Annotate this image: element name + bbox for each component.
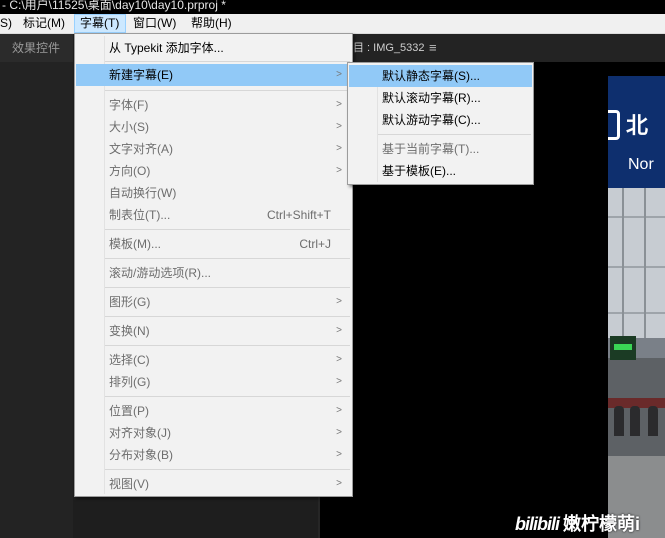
menu-item-text-align[interactable]: 文字对齐(A) >: [76, 138, 351, 160]
new-title-submenu: 默认静态字幕(S)... 默认滚动字幕(R)... 默认游动字幕(C)... 基…: [347, 62, 534, 185]
submenu-arrow-icon: >: [336, 296, 342, 307]
menu-item-transform[interactable]: 变换(N) >: [76, 320, 351, 342]
menu-item-distribute-objects[interactable]: 分布对象(B) >: [76, 444, 351, 466]
person: [614, 406, 624, 436]
station-sign: 北 Nor: [608, 76, 665, 188]
submenu-arrow-icon: >: [336, 99, 342, 110]
glass-facade: [608, 188, 665, 338]
menubar-item-sequence[interactable]: S): [0, 14, 16, 33]
menu-item-graphic[interactable]: 图形(G) >: [76, 291, 351, 313]
menu-item-roll-crawl-options[interactable]: 滚动/游动选项(R)...: [76, 262, 351, 284]
facade-beam: [608, 312, 665, 314]
submenu-arrow-icon: >: [336, 405, 342, 416]
facade-beam: [608, 216, 665, 218]
facade-column: [644, 188, 646, 338]
menu-item-align-objects[interactable]: 对齐对象(J) >: [76, 422, 351, 444]
menu-item-new-title[interactable]: 新建字幕(E) >: [76, 64, 351, 86]
menu-item-arrange[interactable]: 排列(G) >: [76, 371, 351, 393]
submenu-arrow-icon: >: [336, 165, 342, 176]
menu-item-default-crawl[interactable]: 默认游动字幕(C)...: [349, 109, 532, 131]
video-frame: 北 Nor: [608, 76, 665, 538]
menu-item-position[interactable]: 位置(P) >: [76, 400, 351, 422]
window-title: - C:\用户\11525\桌面\day10\day10.prproj *: [2, 0, 226, 12]
menu-bar: S) 标记(M) 字幕(T) 窗口(W) 帮助(H): [0, 14, 665, 34]
facade-column: [622, 188, 624, 338]
person: [630, 406, 640, 436]
submenu-arrow-icon: >: [336, 449, 342, 460]
submenu-arrow-icon: >: [336, 354, 342, 365]
menubar-item-title[interactable]: 字幕(T): [74, 14, 126, 33]
submenu-arrow-icon: >: [336, 69, 342, 80]
menu-item-tab-stops[interactable]: 制表位(T)... Ctrl+Shift+T: [76, 204, 351, 226]
menu-item-select[interactable]: 选择(C) >: [76, 349, 351, 371]
station-logo: [608, 110, 620, 140]
submenu-arrow-icon: >: [336, 325, 342, 336]
submenu-arrow-icon: >: [336, 478, 342, 489]
menu-item-default-still[interactable]: 默认静态字幕(S)...: [349, 65, 532, 87]
watermark: bilibili 嫩柠檬萌i: [515, 510, 640, 536]
submenu-arrow-icon: >: [336, 376, 342, 387]
window-title-bar: - C:\用户\11525\桌面\day10\day10.prproj *: [0, 0, 665, 14]
submenu-arrow-icon: >: [336, 121, 342, 132]
menu-item-add-typekit-fonts[interactable]: 从 Typekit 添加字体...: [76, 37, 351, 59]
menu-item-based-on-current[interactable]: 基于当前字幕(T)...: [349, 138, 532, 160]
panel-menu-icon[interactable]: ≡: [429, 34, 437, 62]
facade-beam: [608, 266, 665, 268]
menu-item-default-roll[interactable]: 默认滚动字幕(R)...: [349, 87, 532, 109]
menubar-item-help[interactable]: 帮助(H): [188, 14, 240, 33]
menu-item-size[interactable]: 大小(S) >: [76, 116, 351, 138]
sign-text-chinese: 北: [626, 113, 649, 138]
menu-item-based-on-template[interactable]: 基于模板(E)...: [349, 160, 532, 182]
menu-item-font[interactable]: 字体(F) >: [76, 94, 351, 116]
led-display: [610, 336, 636, 360]
title-menu: 从 Typekit 添加字体... 新建字幕(E) > 字体(F) > 大小(S) >…: [74, 33, 353, 497]
menubar-item-marker[interactable]: 标记(M): [20, 14, 70, 33]
menu-item-templates[interactable]: 模板(M)... Ctrl+J: [76, 233, 351, 255]
person: [648, 406, 658, 436]
sign-text-english: Nor: [628, 156, 654, 173]
submenu-arrow-icon: >: [336, 143, 342, 154]
submenu-arrow-icon: >: [336, 427, 342, 438]
menu-item-orientation[interactable]: 方向(O) >: [76, 160, 351, 182]
bilibili-logo: bilibili: [515, 514, 560, 534]
menu-item-word-wrap[interactable]: 自动换行(W): [76, 182, 351, 204]
watermark-text: 嫩柠檬萌i: [563, 514, 641, 534]
tab-program-monitor[interactable]: 目 : IMG_5332: [353, 34, 425, 62]
effect-controls-panel: [0, 34, 73, 538]
menu-item-view[interactable]: 视图(V) >: [76, 473, 351, 495]
tab-effect-controls[interactable]: 效果控件: [0, 34, 73, 62]
menubar-item-window[interactable]: 窗口(W): [130, 14, 182, 33]
